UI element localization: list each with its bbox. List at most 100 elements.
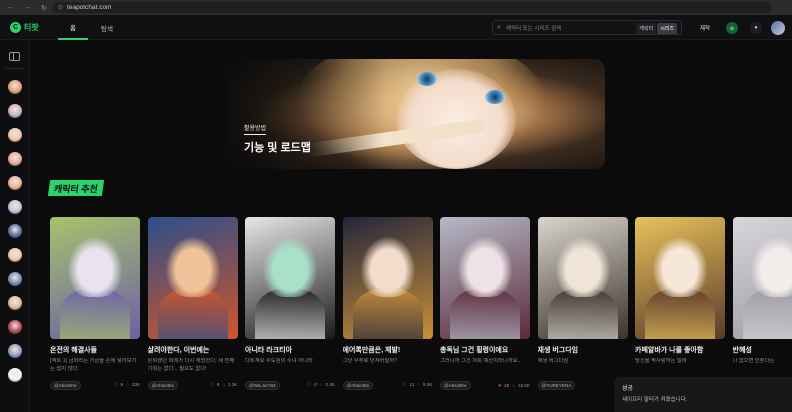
bell-icon[interactable]: ●	[750, 22, 762, 34]
reload-icon[interactable]: ↻	[41, 4, 47, 12]
sidebar-chat-avatar[interactable]	[8, 248, 22, 262]
tab-home[interactable]: 홈	[58, 15, 88, 40]
character-art-face	[653, 237, 707, 297]
heart-icon[interactable]: ♡	[307, 382, 311, 388]
character-image[interactable]	[440, 217, 530, 339]
browser-toolbar: ← → ↻ ⊙ teapotchat.com	[0, 0, 792, 15]
address-bar[interactable]: ⊙ teapotchat.com	[52, 2, 772, 13]
character-card[interactable]: 아니타 라크티아다트계요 수도원의 수녀 아니타 @WiLJor784 ♡ 0 ◌ 2.3…	[245, 217, 335, 390]
heart-icon[interactable]: ♡	[113, 382, 117, 388]
character-name: 카페알바가 나를 좋아함	[635, 347, 704, 354]
character-card[interactable]: 재생 버그다임재생 버그다임@YUREYENA♡0	[537, 217, 628, 390]
hero-banner[interactable]: 활용방법 기능 및 로드맵	[226, 59, 605, 169]
filter-character-button[interactable]: 캐릭터	[636, 23, 657, 34]
character-image[interactable]	[635, 217, 725, 339]
character-image[interactable]	[537, 217, 628, 339]
tab-explore[interactable]: 탐색	[92, 15, 122, 40]
character-art	[50, 217, 140, 339]
character-name: 총독님 그건 횡령이에요	[440, 347, 509, 354]
sidebar-chat-avatar[interactable]	[8, 368, 22, 382]
search-input[interactable]: 캐릭터 또는 시리즈 검색	[506, 24, 606, 32]
sidebar-chat-avatar[interactable]	[8, 224, 22, 238]
avatar[interactable]	[771, 21, 785, 35]
search-bar[interactable]: ⌕ 캐릭터 또는 시리즈 검색 캐릭터 시리즈	[492, 20, 682, 35]
creator-badge[interactable]: @Absinthe	[342, 380, 374, 390]
character-image[interactable]	[732, 217, 792, 339]
logo[interactable]: C 티팟	[10, 21, 39, 34]
creator-badge[interactable]: @WiLJor784	[245, 380, 280, 390]
character-art-face	[750, 237, 792, 297]
logo-icon: C	[10, 22, 21, 33]
like-count: 8	[216, 382, 220, 387]
create-button[interactable]: 제작	[694, 22, 716, 34]
character-name: 아니타 라크티아	[245, 347, 293, 354]
creator-badge[interactable]: @Absinthe	[50, 380, 81, 390]
section-title: 캐릭터 추천	[47, 180, 105, 196]
site-info-icon[interactable]: ⊙	[58, 4, 63, 11]
character-art-face	[555, 237, 610, 297]
creator-badge[interactable]: @Absinthe	[147, 380, 179, 390]
like-count: 28	[504, 382, 510, 388]
sidebar-chat-avatar[interactable]	[8, 128, 22, 142]
back-icon[interactable]: ←	[7, 4, 14, 11]
card-stats: ♡ 9 ◌ 23K	[113, 382, 140, 388]
chat-bubble-icon: ◌	[417, 382, 421, 387]
message-icon[interactable]: ◉	[726, 22, 738, 34]
character-image[interactable]	[50, 217, 140, 339]
character-card[interactable]: 총독님 그건 횡령이에요그러니까 그건 저희 예산이라니까요... @Absint…	[440, 217, 530, 390]
character-art	[733, 217, 792, 339]
character-description: 다트계요 수도원의 수녀 아니타	[245, 358, 313, 364]
sidebar-chat-avatar[interactable]	[8, 80, 22, 94]
search-filter-toggle: 캐릭터 시리즈	[636, 23, 677, 34]
character-art-face	[165, 237, 220, 297]
heart-icon[interactable]: ♡	[402, 382, 406, 388]
character-description: 그냥 우주로 던져버릴까?	[342, 358, 398, 364]
creator-badge[interactable]: @Absinthe	[440, 380, 471, 390]
sidebar-toggle-icon[interactable]	[9, 52, 20, 61]
character-card[interactable]: 살려야한다, 이번에는 은퇴했던 회에가 다시 재밌한다. 세 번째 기회는 없다…	[147, 217, 238, 390]
character-description: 재생 버그다임	[537, 358, 569, 364]
character-image[interactable]	[147, 217, 238, 339]
card-stats: ♡ 0 ◌ 2.3K	[307, 382, 335, 388]
search-icon: ⌕	[497, 23, 501, 31]
character-art	[635, 217, 725, 339]
character-art-face	[360, 237, 415, 297]
chat-bubble-icon: ◌	[512, 382, 515, 388]
character-art-face	[458, 237, 512, 297]
creator-badge[interactable]: @YUREYENA	[537, 380, 576, 390]
heart-icon[interactable]: ♥	[498, 383, 501, 388]
sidebar-chat-avatar[interactable]	[8, 104, 22, 118]
sidebar-chat-avatar[interactable]	[8, 296, 22, 310]
card-footer: @Absinthe ♡ 8 ◌ 1.3K	[147, 380, 238, 390]
chat-bubble-icon: ◌	[319, 382, 323, 387]
character-art-face	[263, 237, 317, 297]
sidebar-chat-avatar[interactable]	[8, 344, 22, 358]
toast-title: 성공	[622, 386, 634, 392]
heart-icon[interactable]: ♡	[210, 382, 214, 388]
like-count: 9	[120, 382, 124, 387]
filter-series-button[interactable]: 시리즈	[657, 23, 677, 34]
sidebar-chat-avatar[interactable]	[8, 272, 22, 286]
chat-count: 23K	[131, 382, 140, 387]
card-footer: @WiLJor784 ♡ 0 ◌ 2.3K	[245, 380, 335, 390]
sidebar-chat-avatar[interactable]	[8, 176, 22, 190]
character-name: 살려야한다, 이번에는	[147, 347, 210, 354]
character-card[interactable]: 에어록만큼은, 제발! 그냥 우주로 던져버릴까? @Absinthe ♡ 11 ◌ 9.2…	[342, 217, 433, 390]
character-description: 당신을 짝사랑하는 알바	[635, 358, 687, 364]
character-art-face	[68, 237, 122, 297]
character-name: 에어록만큼은, 제발!	[342, 347, 401, 354]
sidebar-chat-avatar[interactable]	[8, 152, 22, 166]
character-card[interactable]: 반혜성 나 없으면 안된다는	[732, 217, 792, 390]
sidebar-chat-avatar[interactable]	[8, 200, 22, 214]
like-count: 11	[409, 382, 415, 387]
character-card[interactable]: 온전의 해결사들 [액트 1] 금화라는 거금을 손에 넣어보기는 쉽지 않다. @…	[50, 217, 140, 390]
sidebar-chat-avatar[interactable]	[8, 320, 22, 334]
character-card[interactable]: 카페알바가 나를 좋아함당신을 짝사랑하는 알바@Absinthe♡4◌1.0K	[635, 217, 725, 390]
forward-icon[interactable]: →	[24, 4, 31, 11]
character-image[interactable]	[342, 217, 433, 339]
character-description: 그러니까 그건 저희 예산이라니까요...	[440, 358, 522, 364]
chat-bubble-icon: ◌	[126, 382, 129, 387]
chat-bubble-icon: ◌	[222, 382, 226, 387]
url-text: teapotchat.com	[67, 4, 112, 11]
character-image[interactable]	[245, 217, 335, 339]
